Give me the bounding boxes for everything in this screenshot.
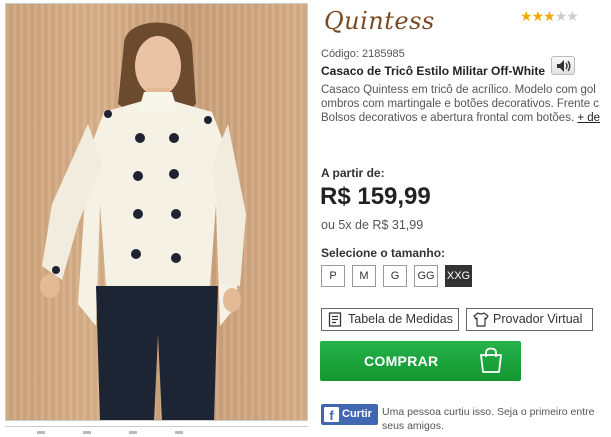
read-more-link[interactable]: + de	[577, 112, 600, 124]
size-option-m[interactable]: M	[352, 265, 376, 287]
facebook-like-button[interactable]: f Curtir	[321, 404, 378, 425]
product-description: Casaco Quintess em tricô de acrílico. Mo…	[321, 83, 611, 125]
size-chart-label: Tabela de Medidas	[348, 312, 453, 326]
installments: ou 5x de R$ 31,99	[321, 218, 424, 232]
shirt-icon	[473, 312, 489, 327]
size-option-xxg[interactable]: XXG	[445, 265, 472, 287]
facebook-social-text: Uma pessoa curtiu isso. Seja o primeiro …	[382, 406, 595, 432]
star-icon: ★	[531, 8, 545, 24]
price: R$ 159,99	[320, 183, 431, 210]
virtual-fitting-label: Provador Virtual	[493, 312, 583, 326]
star-icon: ★	[520, 8, 533, 24]
size-label: Selecione o tamanho:	[321, 246, 446, 260]
description-line: ombros com martingale e botões decorativ…	[321, 98, 600, 110]
size-option-gg[interactable]: GG	[414, 265, 438, 287]
size-option-g[interactable]: G	[383, 265, 407, 287]
description-line: Casaco Quintess em tricô de acrílico. Mo…	[321, 84, 596, 96]
audio-button[interactable]	[551, 56, 575, 75]
size-option-p[interactable]: P	[321, 265, 345, 287]
buy-button[interactable]: COMPRAR	[320, 341, 521, 381]
ruler-icon	[328, 312, 342, 327]
description-line: Bolsos decorativos e abertura frontal co…	[321, 112, 575, 124]
brand-logo[interactable]: Quintess	[324, 7, 435, 35]
star-icon: ★	[566, 8, 579, 24]
price-from-label: A partir de:	[321, 166, 385, 180]
virtual-fitting-button[interactable]: Provador Virtual	[466, 308, 593, 331]
star-icon: ★	[543, 8, 556, 24]
thumbnail-strip[interactable]	[5, 426, 308, 437]
rating-stars[interactable]: ★★★★★	[520, 8, 579, 25]
star-icon: ★	[554, 8, 568, 24]
size-chart-button[interactable]: Tabela de Medidas	[321, 308, 459, 331]
shopping-bag-icon	[480, 347, 502, 373]
buy-button-label: COMPRAR	[364, 353, 439, 369]
facebook-icon: f	[324, 407, 339, 423]
facebook-like-label: Curtir	[342, 408, 372, 420]
product-photo[interactable]	[5, 3, 308, 421]
speaker-icon	[557, 60, 571, 72]
product-title: Casaco de Tricô Estilo Militar Off-White	[321, 64, 546, 78]
product-code: Código: 2185985	[321, 48, 405, 60]
